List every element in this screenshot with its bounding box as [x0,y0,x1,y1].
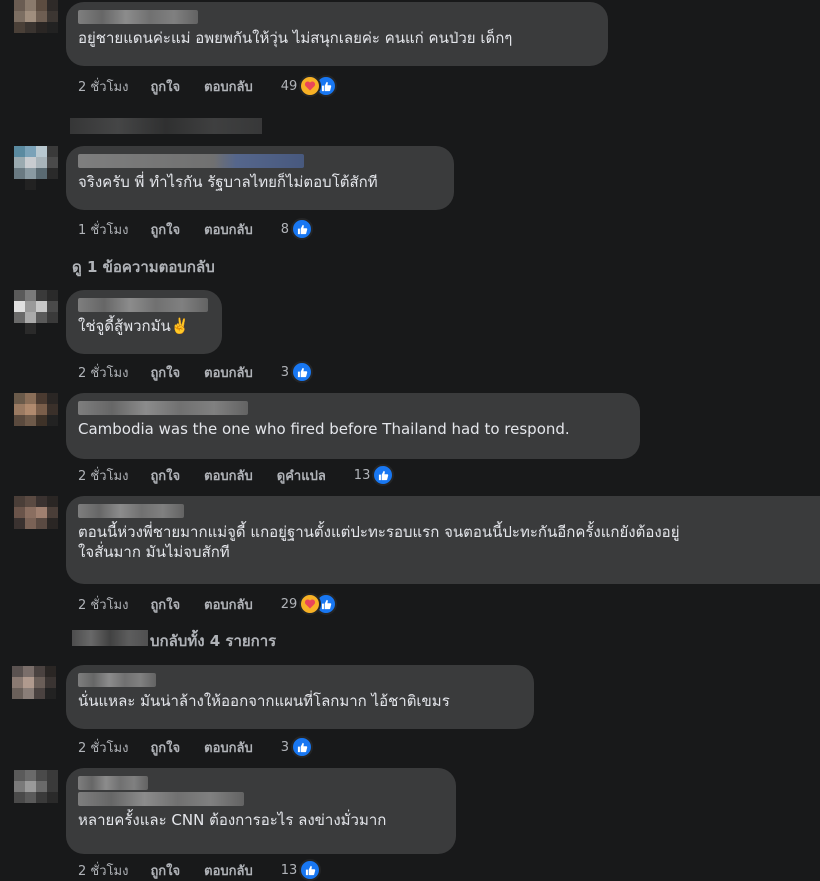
author-name[interactable] [78,154,304,168]
comment-actions: 2 ชั่วโมง ถูกใจ ตอบกลับ ดูคำแปล 13 [78,464,395,486]
timestamp[interactable]: 2 ชั่วโมง [78,594,128,615]
timestamp[interactable]: 2 ชั่วโมง [78,737,128,758]
like-button[interactable]: ถูกใจ [150,76,180,97]
thumbs-up-icon [372,464,395,486]
comment-text: ตอนนี้ห่วงพี่ชายมากแม่จูดี้ แกอยู่ฐานตั้… [78,523,680,561]
avatar[interactable] [14,146,58,190]
timestamp[interactable]: 1 ชั่วโมง [78,219,128,240]
like-button[interactable]: ถูกใจ [150,594,180,615]
reaction-count: 13 [353,467,371,483]
reply-button[interactable]: ตอบกลับ [204,860,253,881]
reply-button[interactable]: ตอบกลับ [204,76,253,97]
comment-actions: 2 ชั่วโมง ถูกใจ ตอบกลับ 3 [78,736,314,758]
avatar[interactable] [14,0,58,44]
author-name[interactable] [78,298,208,312]
comment-actions: 2 ชั่วโมง ถูกใจ ตอบกลับ 13 [78,859,322,881]
reply-button[interactable]: ตอบกลับ [204,594,253,615]
thumbs-up-icon [299,859,322,881]
author-name[interactable] [78,792,244,806]
comment-actions: 2 ชั่วโมง ถูกใจ ตอบกลับ 49 [78,75,338,97]
reaction-count: 3 [280,739,290,755]
timestamp[interactable]: 2 ชั่วโมง [78,76,128,97]
reply-button[interactable]: ตอบกลับ [204,219,253,240]
avatar[interactable] [14,770,58,814]
thumbs-up-icon [291,736,314,758]
avatar[interactable] [14,393,58,437]
reaction-count: 3 [280,364,290,380]
comment-bubble: ตอนนี้ห่วงพี่ชายมากแม่จูดี้ แกอยู่ฐานตั้… [66,496,820,584]
comment-text: นั่นแหละ มันน่าล้างให้ออกจากแผนที่โลกมาก… [78,692,450,710]
translate-button[interactable]: ดูคำแปล [277,465,326,486]
comment-bubble: ใช่จูดี้สู้พวกมัน✌️ [66,290,222,354]
comment-actions: 1 ชั่วโมง ถูกใจ ตอบกลับ 8 [78,218,314,240]
blurred-replies-link[interactable] [70,118,262,134]
avatar[interactable] [14,290,58,334]
reaction-count: 8 [280,221,290,237]
reaction-summary[interactable]: 13 [281,859,322,881]
timestamp[interactable]: 2 ชั่วโมง [78,362,128,383]
view-replies-link[interactable]: ดู 1 ข้อความตอบกลับ [72,255,215,279]
author-name[interactable] [78,673,156,687]
comment-text: Cambodia was the one who fired before Th… [78,420,570,438]
timestamp[interactable]: 2 ชั่วโมง [78,860,128,881]
like-button[interactable]: ถูกใจ [150,860,180,881]
reaction-count: 49 [280,78,298,94]
author-name[interactable] [78,401,248,415]
blurred-reply-avatars [72,630,148,646]
reply-button[interactable]: ตอบกลับ [204,465,253,486]
reaction-summary[interactable]: 3 [280,361,314,383]
comment-text: จริงครับ พี่ ทำไรกัน รัฐบาลไทยก็ไม่ตอบโต… [78,173,378,191]
thumbs-up-icon [291,218,314,240]
comment-text: หลายครั้งและ CNN ต้องการอะไร ลงข่างมั่วม… [78,811,387,829]
like-button[interactable]: ถูกใจ [150,737,180,758]
like-button[interactable]: ถูกใจ [150,362,180,383]
reply-button[interactable]: ตอบกลับ [204,362,253,383]
comment-text: อยู่ชายแดนค่ะแม่ อพยพกันให้วุ่น ไม่สนุกเ… [78,29,513,47]
reaction-summary[interactable]: 8 [280,218,314,240]
reaction-summary[interactable]: 3 [280,736,314,758]
timestamp[interactable]: 2 ชั่วโมง [78,465,128,486]
reaction-summary[interactable]: 13 [354,464,395,486]
reaction-summary[interactable]: 29 [281,593,338,615]
thumbs-up-icon [291,361,314,383]
comment-bubble: Cambodia was the one who fired before Th… [66,393,640,459]
avatar[interactable] [14,496,58,540]
like-button[interactable]: ถูกใจ [150,219,180,240]
comment-bubble: จริงครับ พี่ ทำไรกัน รัฐบาลไทยก็ไม่ตอบโต… [66,146,454,210]
reaction-count: 29 [280,596,298,612]
comment-text: ใช่จูดี้สู้พวกมัน✌️ [78,317,190,335]
comment-bubble: นั่นแหละ มันน่าล้างให้ออกจากแผนที่โลกมาก… [66,665,534,729]
reply-button[interactable]: ตอบกลับ [204,737,253,758]
author-name[interactable] [78,504,184,518]
comment-bubble: หลายครั้งและ CNN ต้องการอะไร ลงข่างมั่วม… [66,768,456,854]
reaction-summary[interactable]: 49 [281,75,338,97]
reaction-count: 13 [280,862,298,878]
view-replies-link[interactable]: บกลับทั้ง 4 รายการ [150,629,276,653]
avatar[interactable] [12,666,56,710]
author-name[interactable] [78,776,148,790]
comment-actions: 2 ชั่วโมง ถูกใจ ตอบกลับ 3 [78,361,314,383]
comment-bubble: อยู่ชายแดนค่ะแม่ อพยพกันให้วุ่น ไม่สนุกเ… [66,2,608,66]
like-button[interactable]: ถูกใจ [150,465,180,486]
author-name[interactable] [78,10,198,24]
comment-actions: 2 ชั่วโมง ถูกใจ ตอบกลับ 29 [78,593,338,615]
